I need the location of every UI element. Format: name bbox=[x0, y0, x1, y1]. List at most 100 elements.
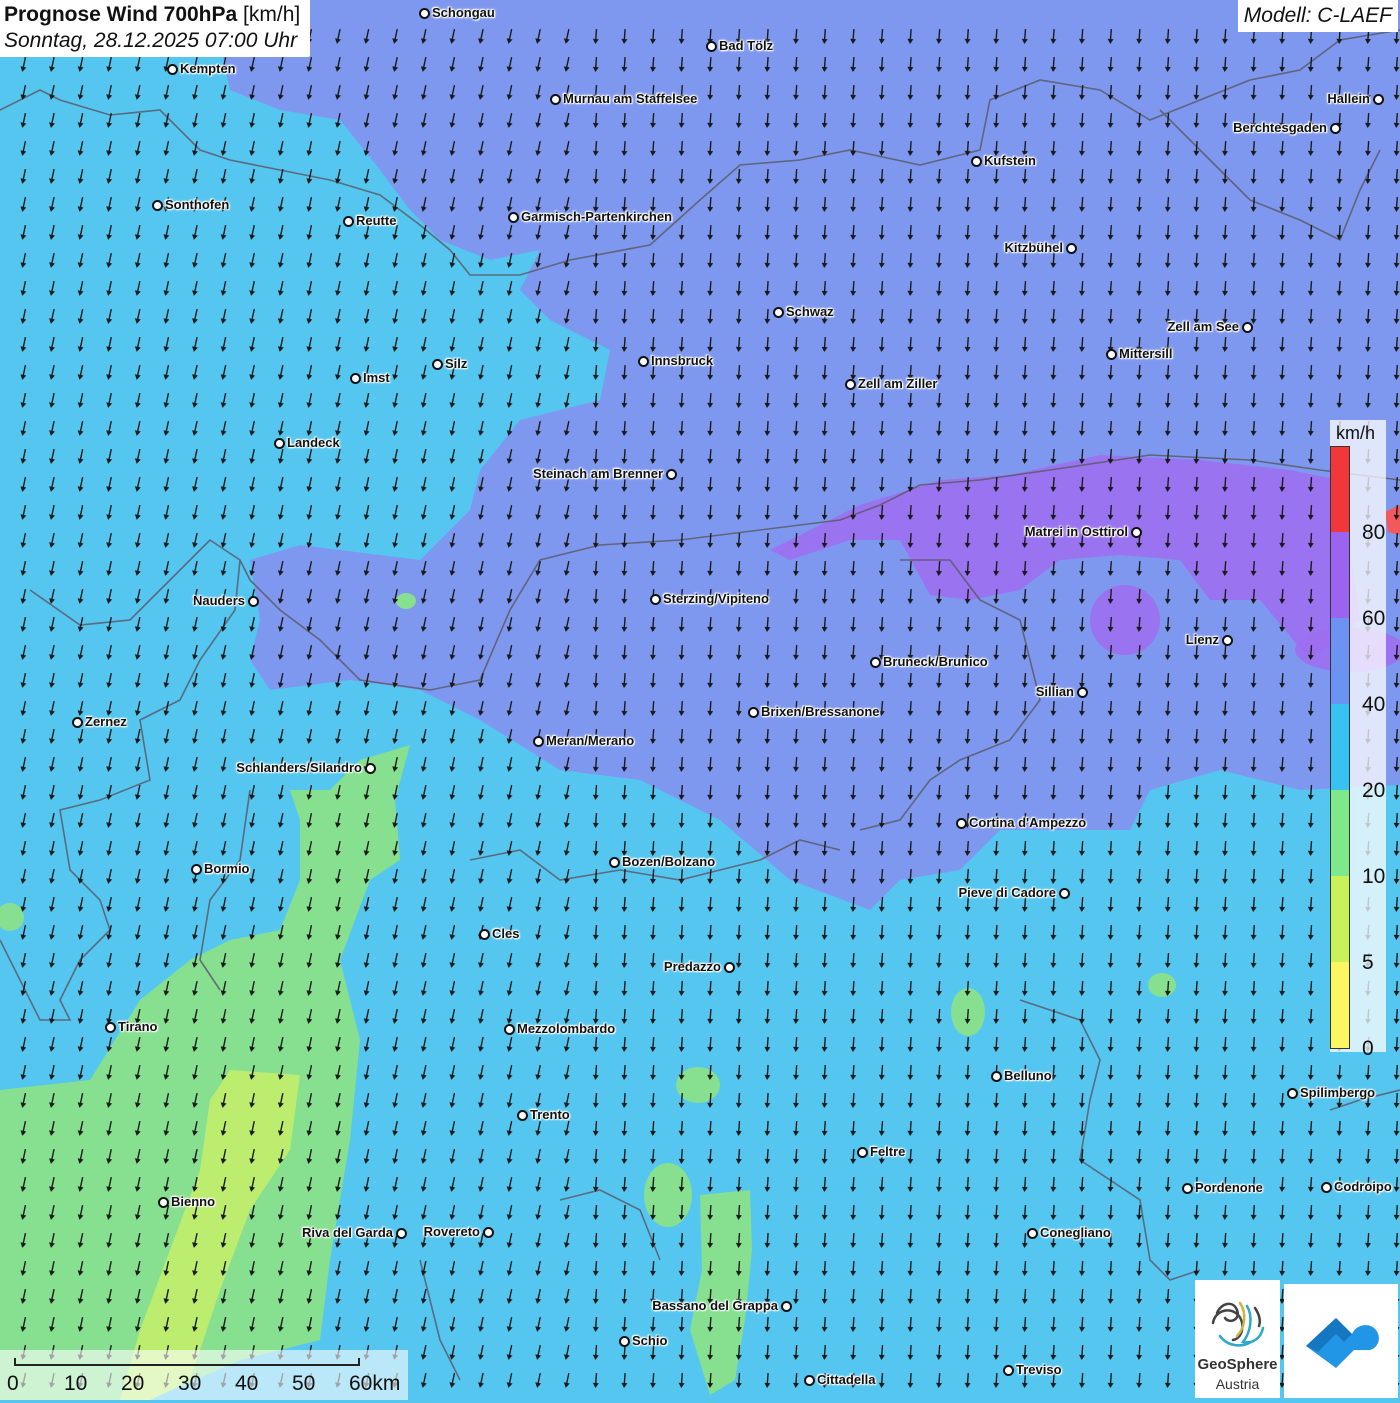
city-marker bbox=[1003, 1365, 1014, 1376]
city-marker bbox=[191, 864, 202, 875]
city-label: Bad Tölz bbox=[719, 38, 773, 53]
city-marker bbox=[396, 1228, 407, 1239]
city-marker bbox=[845, 379, 856, 390]
city-marker bbox=[1131, 527, 1142, 538]
city-label: Bozen/Bolzano bbox=[622, 854, 715, 869]
city-label: Sillian bbox=[1036, 684, 1074, 699]
city-label: Schlanders/Silandro bbox=[236, 760, 362, 775]
scale-label: 10 bbox=[64, 1372, 87, 1396]
city-marker bbox=[971, 156, 982, 167]
title-unit: [km/h] bbox=[243, 3, 300, 26]
scale-bar: 0102030405060km bbox=[0, 1350, 408, 1400]
city-label: Tirano bbox=[118, 1019, 158, 1034]
city-marker bbox=[479, 929, 490, 940]
legend-tick-label: 0 bbox=[1362, 1037, 1374, 1061]
city-marker bbox=[508, 212, 519, 223]
city-label: Bormio bbox=[204, 861, 250, 876]
city-label: Cittadella bbox=[817, 1372, 876, 1387]
city-label: Cortina d'Ampezzo bbox=[969, 815, 1086, 830]
legend-color-segment bbox=[1330, 704, 1350, 790]
city-marker bbox=[1330, 123, 1341, 134]
city-marker bbox=[1106, 349, 1117, 360]
legend-tick-label: 20 bbox=[1362, 779, 1385, 803]
city-label: Sonthofen bbox=[165, 197, 229, 212]
city-marker bbox=[1242, 322, 1253, 333]
app-logo[interactable] bbox=[1284, 1284, 1398, 1398]
scale-line bbox=[14, 1358, 360, 1366]
legend-color-segment bbox=[1330, 446, 1350, 533]
city-marker bbox=[619, 1336, 630, 1347]
city-marker bbox=[1373, 94, 1384, 105]
geosphere-logo[interactable]: GeoSphere Austria bbox=[1195, 1280, 1280, 1398]
city-marker bbox=[533, 736, 544, 747]
city-label: Nauders bbox=[193, 593, 245, 608]
city-marker bbox=[773, 307, 784, 318]
city-label: Codroipo bbox=[1334, 1179, 1392, 1194]
city-label: Belluno bbox=[1004, 1068, 1052, 1083]
legend-tick-label: 10 bbox=[1362, 865, 1385, 889]
city-label: Predazzo bbox=[664, 959, 721, 974]
city-label: Matrei in Osttirol bbox=[1025, 524, 1128, 539]
city-marker bbox=[72, 717, 83, 728]
city-label: Berchtesgaden bbox=[1233, 120, 1327, 135]
legend-color-segment bbox=[1330, 618, 1350, 704]
city-label: Lienz bbox=[1186, 632, 1219, 647]
title-text: Prognose Wind 700hPa bbox=[4, 3, 237, 26]
city-marker bbox=[1059, 888, 1070, 899]
logo-line2: Austria bbox=[1195, 1376, 1280, 1392]
city-marker bbox=[724, 962, 735, 973]
city-label: Spilimbergo bbox=[1300, 1085, 1375, 1100]
city-marker bbox=[517, 1110, 528, 1121]
city-label: Silz bbox=[445, 356, 467, 371]
city-marker bbox=[343, 216, 354, 227]
scale-label: 60km bbox=[349, 1372, 400, 1396]
city-label: Trento bbox=[530, 1107, 570, 1122]
city-marker bbox=[504, 1024, 515, 1035]
city-label: Steinach am Brenner bbox=[533, 466, 663, 481]
city-label: Cles bbox=[492, 926, 519, 941]
city-label: Pieve di Cadore bbox=[958, 885, 1056, 900]
city-marker bbox=[706, 41, 717, 52]
city-marker bbox=[350, 373, 361, 384]
city-label: Brixen/Bressanone bbox=[761, 704, 880, 719]
city-label: Meran/Merano bbox=[546, 733, 634, 748]
city-marker bbox=[158, 1197, 169, 1208]
city-label: Zell am Ziller bbox=[858, 376, 937, 391]
city-marker bbox=[483, 1227, 494, 1238]
city-marker bbox=[105, 1022, 116, 1033]
city-label: Schongau bbox=[432, 5, 495, 20]
legend-unit: km/h bbox=[1336, 423, 1375, 444]
city-marker bbox=[1182, 1183, 1193, 1194]
region-10-20-patch bbox=[396, 593, 416, 609]
scale-label: 50 bbox=[292, 1372, 315, 1396]
city-label: Imst bbox=[363, 370, 390, 385]
city-label: Rovereto bbox=[424, 1224, 480, 1239]
city-marker bbox=[152, 200, 163, 211]
city-marker bbox=[1222, 635, 1233, 646]
scale-label: 40 bbox=[235, 1372, 258, 1396]
legend-tick-label: 5 bbox=[1362, 951, 1374, 975]
city-marker bbox=[1066, 243, 1077, 254]
city-marker bbox=[666, 469, 677, 480]
legend-tick-label: 60 bbox=[1362, 607, 1385, 631]
city-marker bbox=[748, 707, 759, 718]
city-label: Kempten bbox=[180, 61, 236, 76]
cloud-arrow-icon bbox=[1284, 1284, 1398, 1398]
legend-color-segment bbox=[1330, 532, 1350, 618]
city-label: Reutte bbox=[356, 213, 396, 228]
region-10-20-patch bbox=[644, 1163, 692, 1227]
logo-line1: GeoSphere bbox=[1195, 1356, 1280, 1373]
city-label: Zernez bbox=[85, 714, 127, 729]
city-marker bbox=[804, 1375, 815, 1386]
legend-tick-label: 80 bbox=[1362, 521, 1385, 545]
city-label: Bassano del Grappa bbox=[652, 1298, 778, 1313]
city-marker bbox=[991, 1071, 1002, 1082]
city-label: Sterzing/Vipiteno bbox=[663, 591, 769, 606]
city-marker bbox=[419, 8, 430, 19]
city-marker bbox=[870, 657, 881, 668]
city-marker bbox=[857, 1147, 868, 1158]
geosphere-emblem-icon bbox=[1195, 1288, 1280, 1358]
city-label: Landeck bbox=[287, 435, 340, 450]
city-marker bbox=[1287, 1088, 1298, 1099]
city-marker bbox=[781, 1301, 792, 1312]
